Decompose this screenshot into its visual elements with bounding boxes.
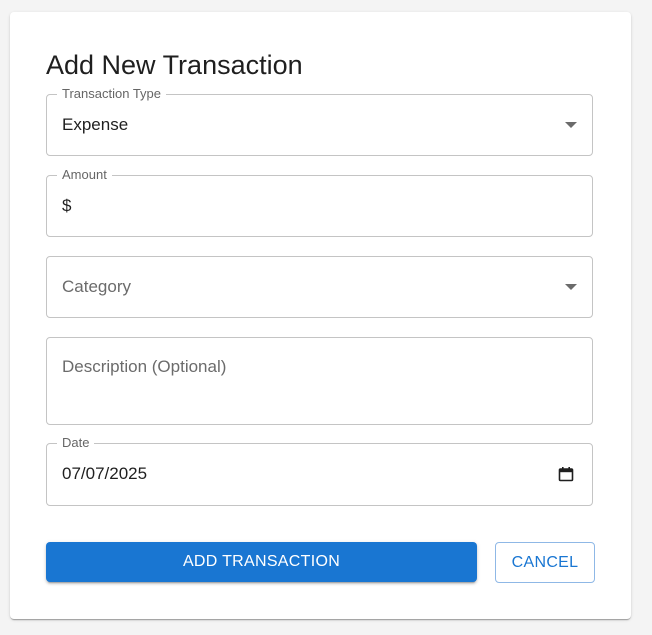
description-placeholder: Description (Optional) [62,357,227,376]
description-textarea[interactable]: Description (Optional) [46,337,593,425]
form-title: Add New Transaction [46,50,303,80]
date-input[interactable]: 07/07/2025 [62,464,147,484]
date-field[interactable]: Date 07/07/2025 [46,435,593,506]
amount-field[interactable]: Amount $ [46,167,593,237]
transaction-type-select[interactable]: Transaction Type Expense [46,86,593,156]
date-label: Date [57,435,95,451]
transaction-type-value: Expense [62,115,129,134]
transaction-form-card: Add New Transaction Transaction Type Exp… [10,12,631,619]
category-placeholder: Category [62,277,131,296]
amount-label: Amount [57,167,112,183]
transaction-type-label: Transaction Type [57,86,166,102]
chevron-down-icon [565,122,577,128]
cancel-button[interactable]: CANCEL [495,542,595,583]
chevron-down-icon [565,284,577,290]
add-transaction-button[interactable]: ADD TRANSACTION [46,542,477,582]
calendar-icon[interactable] [558,466,574,482]
category-select[interactable]: Category [46,256,593,318]
currency-prefix: $ [62,196,72,215]
